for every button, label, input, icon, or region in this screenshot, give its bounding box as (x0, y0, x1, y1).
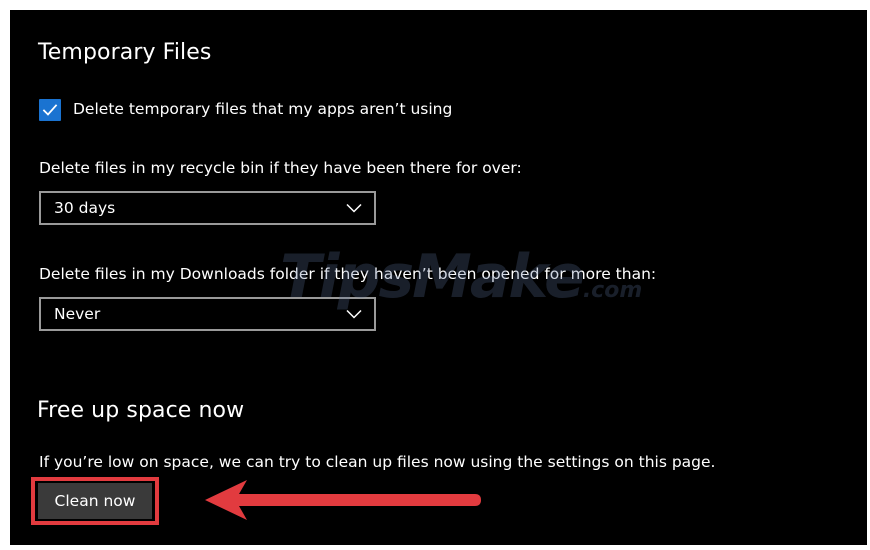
arrow-left-icon (205, 480, 481, 520)
checkmark-icon (42, 104, 58, 116)
downloads-label: Delete files in my Downloads folder if t… (39, 265, 657, 283)
downloads-dropdown[interactable]: Never (39, 297, 376, 331)
chevron-down-icon (346, 309, 362, 319)
chevron-down-icon (346, 203, 362, 213)
clean-now-highlight: Clean now (31, 477, 159, 525)
delete-temp-files-checkbox[interactable] (39, 99, 61, 121)
recycle-bin-label: Delete files in my recycle bin if they h… (39, 159, 522, 177)
delete-temp-files-label[interactable]: Delete temporary files that my apps aren… (73, 100, 452, 118)
clean-now-button[interactable]: Clean now (38, 483, 152, 519)
recycle-bin-dropdown[interactable]: 30 days (39, 191, 376, 225)
free-up-space-heading: Free up space now (37, 398, 245, 423)
free-up-space-description: If you’re low on space, we can try to cl… (39, 453, 716, 471)
temporary-files-heading: Temporary Files (38, 40, 212, 65)
downloads-selected-value: Never (54, 305, 101, 323)
storage-sense-panel: Temporary Files Delete temporary files t… (10, 10, 867, 545)
recycle-bin-selected-value: 30 days (54, 199, 116, 217)
